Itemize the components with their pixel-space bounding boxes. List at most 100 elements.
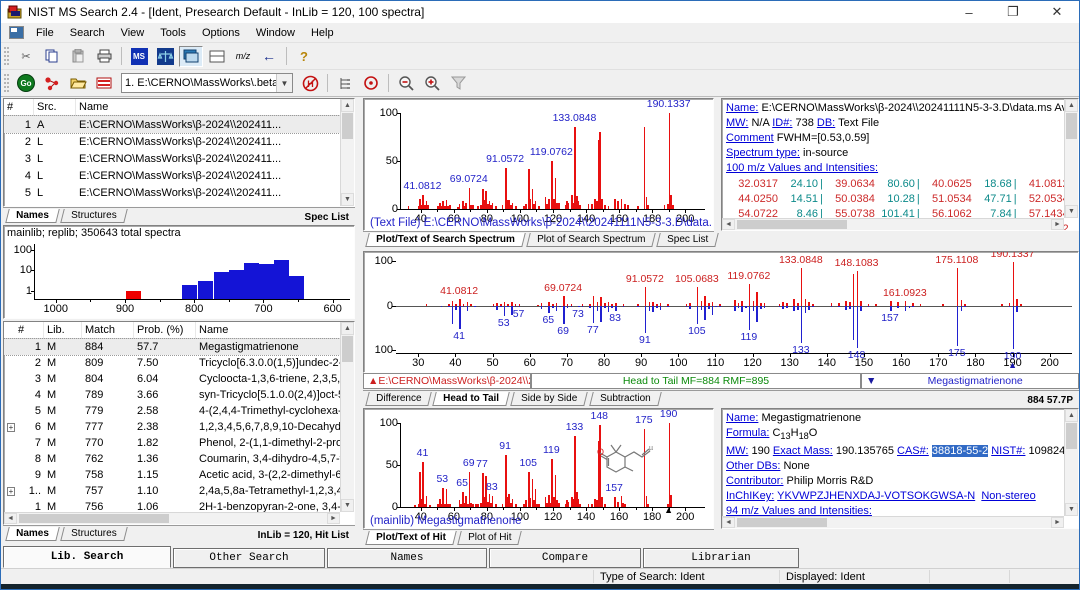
hit-list-vscrollbar[interactable]: ▲▼ — [340, 322, 354, 512]
zoom-out-icon[interactable] — [394, 73, 418, 94]
filter-icon[interactable] — [446, 73, 470, 94]
hit-list-hscrollbar[interactable]: ◄► — [4, 512, 340, 524]
hit-list-row[interactable]: 4M7893.66syn-Tricyclo[5.1.0.0(2,4)]oct-5… — [4, 387, 354, 403]
hyperlink[interactable]: MW: — [726, 445, 748, 457]
cut-icon[interactable]: ✂ — [14, 46, 38, 67]
column-header[interactable]: Name — [76, 99, 354, 115]
hyperlink[interactable]: NIST#: — [991, 445, 1025, 457]
h2t-file-segment[interactable]: ▲E:\CERNO\MassWorks\β-2024\\20241111N5-3 — [363, 373, 531, 389]
spec-list-row[interactable]: 1AE:\CERNO\MassWorks\β-2024\\202411... — [4, 116, 354, 133]
hyperlink[interactable]: Formula: — [726, 427, 769, 439]
column-header[interactable]: Name — [196, 322, 354, 338]
main-tab-lib-search[interactable]: Lib. Search — [3, 546, 171, 568]
column-header[interactable]: # — [4, 99, 34, 115]
h2t-tab[interactable]: Side by Side — [511, 392, 589, 406]
search-plot-tab[interactable]: Plot of Search Spectrum — [526, 233, 656, 247]
hit-list-row[interactable]: 8M7621.36Coumarin, 3,4-dihydro-4,5,7-tri… — [4, 451, 354, 467]
chevron-down-icon[interactable]: ▼ — [276, 74, 292, 92]
menu-search[interactable]: Search — [62, 25, 113, 41]
display-panes-icon[interactable] — [179, 46, 203, 67]
h2t-tab[interactable]: Head to Tail — [433, 392, 510, 406]
substructure-tree-icon[interactable] — [333, 73, 357, 94]
column-header[interactable]: Lib. — [44, 322, 82, 338]
paste-icon[interactable] — [66, 46, 90, 67]
spec-list-row[interactable]: 2LE:\CERNO\MassWorks\β-2024\\202411... — [4, 133, 354, 150]
main-tab-librarian[interactable]: Librarian — [643, 548, 799, 568]
hyperlink[interactable]: YKVWPZJHENXDAJ-VOTSOKGWSA-N — [777, 490, 975, 502]
structure-search-icon[interactable] — [40, 73, 64, 94]
zoom-in-icon[interactable] — [420, 73, 444, 94]
search-info-vscrollbar[interactable]: ▲▼ — [1064, 99, 1078, 218]
minimize-button[interactable]: – — [947, 1, 991, 23]
spectra-list-icon[interactable] — [92, 73, 116, 94]
target-icon[interactable] — [359, 73, 383, 94]
hit-list-row[interactable]: 1M88457.7Megastigmatrienone — [4, 339, 354, 355]
hit-list-tab[interactable]: Structures — [60, 527, 127, 541]
go-button[interactable]: Go — [14, 73, 38, 94]
main-tab-compare[interactable]: Compare — [489, 548, 641, 568]
hyperlink[interactable]: Contributor: — [726, 475, 783, 487]
column-header[interactable]: Match — [82, 322, 134, 338]
search-plot-tab[interactable]: Spec List — [656, 233, 719, 247]
hit-plot-tab[interactable]: Plot/Text of Hit — [365, 531, 456, 545]
h2t-tab[interactable]: Difference — [365, 392, 432, 406]
menu-view[interactable]: View — [113, 25, 153, 41]
hyperlink[interactable]: Other DBs: — [726, 460, 780, 472]
hit-list-row[interactable]: 7M7701.82Phenol, 2-(1,1-dimethyl-2-prope… — [4, 435, 354, 451]
column-header[interactable]: # — [4, 322, 44, 338]
main-tab-names[interactable]: Names — [327, 548, 487, 568]
spec-list-vscrollbar[interactable]: ▲▼ — [340, 99, 354, 206]
h2t-tab[interactable]: Subtraction — [589, 392, 661, 406]
expand-icon[interactable]: + — [7, 487, 15, 496]
hyperlink[interactable]: InChIKey: — [726, 490, 774, 502]
back-arrow-icon[interactable]: ← — [257, 46, 281, 67]
expand-toggle[interactable]: + — [4, 487, 18, 496]
menu-options[interactable]: Options — [194, 25, 248, 41]
search-info-hscrollbar[interactable]: ◄► — [722, 218, 1064, 230]
hyperlink[interactable]: Non-stereo — [981, 490, 1035, 502]
mz-icon[interactable]: m/z — [231, 46, 255, 67]
print-icon[interactable] — [92, 46, 116, 67]
hyperlink[interactable]: Name: — [726, 412, 758, 424]
hit-list-row[interactable]: 2M8097.50Tricyclo[6.3.0.0(1,5)]undec-2-e… — [4, 355, 354, 371]
hyperlink[interactable]: CAS#: — [897, 445, 929, 457]
hit-list-row[interactable]: +6M7772.381,2,3,4,5,6,7,8,9,10-Decahydro… — [4, 419, 354, 435]
libraries-icon[interactable] — [153, 46, 177, 67]
column-header[interactable]: Prob. (%) — [134, 322, 196, 338]
spec-list-row[interactable]: 5LE:\CERNO\MassWorks\β-2024\\202411... — [4, 184, 354, 201]
restore-button[interactable]: ❐ — [991, 1, 1035, 23]
hit-list-row[interactable]: 5M7792.584-(2,4,4-Trimethyl-cyclohexa-1,… — [4, 403, 354, 419]
ms-display-icon[interactable]: MS — [127, 46, 151, 67]
hyperlink[interactable]: Exact Mass: — [773, 445, 833, 457]
hyperlink[interactable]: MW: — [726, 117, 748, 129]
spec-list-row[interactable]: 4LE:\CERNO\MassWorks\β-2024\\202411... — [4, 167, 354, 184]
help-icon[interactable]: ? — [292, 46, 316, 67]
h2t-hit-segment[interactable]: ▼Megastigmatrienone — [861, 373, 1079, 389]
hyperlink[interactable]: 100 m/z Values and Intensities: — [726, 162, 878, 174]
spec-list-tab[interactable]: Structures — [60, 209, 127, 223]
no-hydrogen-icon[interactable]: H — [298, 73, 322, 94]
spectrum-combo[interactable]: 1. E:\CERNO\MassWorks\.beta.-20 ▼ — [121, 73, 293, 93]
close-button[interactable]: ✕ — [1035, 1, 1079, 23]
hit-list-row[interactable]: 3M8046.04Cycloocta-1,3,6-triene, 2,3,5,5… — [4, 371, 354, 387]
mdi-child-icon[interactable] — [9, 26, 24, 39]
hyperlink[interactable]: ID#: — [772, 117, 792, 129]
split-window-icon[interactable] — [205, 46, 229, 67]
menu-help[interactable]: Help — [303, 25, 342, 41]
hyperlink[interactable]: Comment — [726, 132, 774, 144]
menu-file[interactable]: File — [28, 25, 62, 41]
hit-list-row[interactable]: 9M7581.15Acetic acid, 3-(2,2-dimethyl-6-… — [4, 467, 354, 483]
menu-window[interactable]: Window — [248, 25, 303, 41]
expand-toggle[interactable]: + — [4, 423, 18, 432]
hit-plot-tab[interactable]: Plot of Hit — [457, 531, 522, 545]
expand-icon[interactable]: + — [7, 423, 15, 432]
menu-tools[interactable]: Tools — [152, 25, 194, 41]
hyperlink[interactable]: DB: — [817, 117, 835, 129]
open-folder-icon[interactable] — [66, 73, 90, 94]
spec-list-tab[interactable]: Names — [5, 209, 59, 223]
spec-list-row[interactable]: 3LE:\CERNO\MassWorks\β-2024\\202411... — [4, 150, 354, 167]
search-plot-tab[interactable]: Plot/Text of Search Spectrum — [365, 233, 525, 247]
hit-list-tab[interactable]: Names — [5, 527, 59, 541]
hyperlink[interactable]: Spectrum type: — [726, 147, 800, 159]
hit-info-vscrollbar[interactable]: ▲▼ — [1064, 409, 1078, 516]
